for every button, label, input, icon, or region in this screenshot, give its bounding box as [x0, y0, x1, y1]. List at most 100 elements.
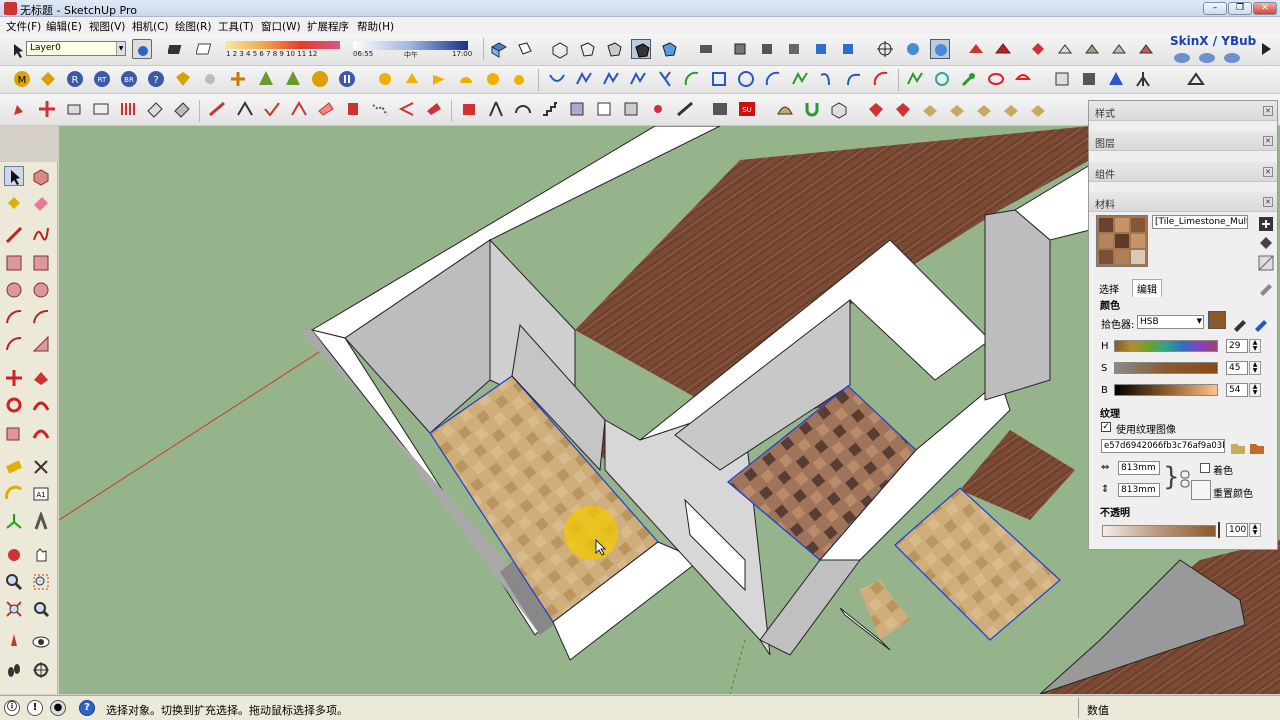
tray-styles-header[interactable]: 样式 ✕ — [1089, 101, 1277, 121]
brightness-field[interactable]: 54 — [1226, 383, 1248, 397]
close-icon[interactable]: ✕ — [1263, 106, 1273, 116]
joint-icon[interactable] — [648, 99, 668, 119]
eraser-icon[interactable] — [31, 193, 51, 213]
move-tool-icon[interactable] — [37, 99, 57, 119]
shaded-texture-icon[interactable] — [659, 39, 679, 59]
tool-red-4-icon[interactable] — [289, 99, 309, 119]
fx-ar-icon[interactable] — [920, 99, 940, 119]
sphere-icon[interactable] — [200, 69, 220, 89]
color-picker-select[interactable]: HSB ▼ — [1137, 315, 1204, 329]
light-omni-icon[interactable] — [510, 69, 530, 89]
triangle-icon[interactable] — [1106, 69, 1126, 89]
brightness-slider[interactable] — [1114, 384, 1218, 396]
light-dome-icon[interactable] — [456, 69, 476, 89]
plugin-tree-2-icon[interactable] — [283, 69, 303, 89]
menu-extensions[interactable]: 扩展程序 — [307, 19, 349, 34]
cabinet-icon[interactable] — [567, 99, 587, 119]
curve-green-icon[interactable] — [790, 69, 810, 89]
menu-window[interactable]: 窗口(W) — [261, 19, 301, 34]
solid-icon[interactable] — [829, 99, 849, 119]
hue-spinner[interactable]: ▲ ▼ — [1249, 339, 1261, 353]
close-icon[interactable]: ✕ — [1263, 136, 1273, 146]
drape-icon[interactable] — [1055, 39, 1075, 59]
look-around-icon[interactable] — [31, 632, 51, 652]
move-icon[interactable] — [4, 368, 24, 388]
flip-edge-icon[interactable] — [1109, 39, 1129, 59]
arc-2-icon[interactable] — [817, 69, 837, 89]
su-app-icon[interactable]: SU — [737, 99, 757, 119]
plugin-tree-icon[interactable] — [256, 69, 276, 89]
tray-materials-header[interactable]: 材料 ✕ — [1089, 192, 1277, 212]
slab-2-icon[interactable] — [172, 99, 192, 119]
pause-icon[interactable] — [337, 69, 357, 89]
menu-tools[interactable]: 工具(T) — [218, 19, 254, 34]
menu-view[interactable]: 视图(V) — [89, 19, 125, 34]
square-tool-icon[interactable] — [64, 99, 84, 119]
walk-icon[interactable] — [4, 660, 24, 680]
make-component-icon[interactable] — [31, 166, 51, 186]
measurements-box[interactable]: 数值 — [1078, 698, 1280, 718]
section-plane-icon[interactable] — [730, 39, 750, 59]
saturation-spinner[interactable]: ▲ ▼ — [1249, 361, 1261, 375]
ellipse-red-icon[interactable] — [986, 69, 1006, 89]
section-fill-2-icon[interactable] — [838, 39, 858, 59]
curve-1-icon[interactable] — [547, 69, 567, 89]
compass-icon[interactable] — [486, 99, 506, 119]
wireframe-icon[interactable] — [577, 39, 597, 59]
zoom-window-icon[interactable] — [31, 572, 51, 592]
colorize-checkbox[interactable] — [1200, 463, 1210, 473]
previous-view-icon[interactable] — [31, 599, 51, 619]
credits-icon[interactable]: ! — [27, 700, 43, 716]
plugin-r-icon[interactable]: R — [65, 69, 85, 89]
plugin-m-icon[interactable]: M — [12, 69, 32, 89]
default-material-icon[interactable] — [1256, 253, 1274, 271]
dimension-icon[interactable] — [31, 457, 51, 477]
axes-tool-icon[interactable] — [4, 512, 24, 532]
text-tool-icon[interactable]: A1 — [31, 484, 51, 504]
box-red-icon[interactable] — [459, 99, 479, 119]
sandbox-grid-icon[interactable] — [993, 39, 1013, 59]
smoove-icon[interactable] — [1136, 39, 1156, 59]
zoom-icon[interactable] — [4, 572, 24, 592]
plugin-tag-icon[interactable] — [38, 69, 58, 89]
curve-3-icon[interactable] — [601, 69, 621, 89]
scale-icon[interactable] — [4, 423, 24, 443]
tool-red-2-icon[interactable] — [235, 99, 255, 119]
minimize-button[interactable]: – — [1203, 2, 1227, 15]
tray-layers-header[interactable]: 图层 ✕ — [1089, 131, 1277, 151]
menu-edit[interactable]: 编辑(E) — [46, 19, 82, 34]
line-green-icon[interactable] — [905, 69, 925, 89]
opacity-slider[interactable] — [1102, 525, 1216, 537]
freehand-icon[interactable] — [31, 225, 51, 245]
add-detail-icon[interactable] — [1082, 39, 1102, 59]
view-iso-icon[interactable] — [489, 39, 509, 59]
shaded-icon[interactable] — [631, 39, 651, 59]
stripe-tool-icon[interactable] — [118, 99, 138, 119]
pencil-tool-icon[interactable] — [10, 99, 30, 119]
menu-draw[interactable]: 绘图(R) — [175, 19, 212, 34]
tape-measure-icon[interactable] — [4, 457, 24, 477]
arc-2pt-icon[interactable] — [31, 307, 51, 327]
plugin-target-icon[interactable] — [310, 69, 330, 89]
texture-height-field[interactable]: 813mm — [1118, 483, 1160, 497]
restore-button[interactable]: ❐ — [1228, 2, 1252, 15]
slab-icon[interactable] — [145, 99, 165, 119]
tab-select[interactable]: 选择 — [1099, 281, 1119, 296]
plugin-rt-icon[interactable]: RT — [92, 69, 112, 89]
plugin-br-icon[interactable]: BR — [119, 69, 139, 89]
fx-an-icon[interactable] — [974, 99, 994, 119]
saturation-field[interactable]: 45 — [1226, 361, 1248, 375]
close-icon[interactable]: ✕ — [1263, 197, 1273, 207]
arc-green-icon[interactable] — [682, 69, 702, 89]
protractor-icon[interactable] — [4, 484, 24, 504]
tool-red-6-icon[interactable] — [343, 99, 363, 119]
section-plane-tool-icon[interactable] — [31, 660, 51, 680]
shell-icon[interactable] — [775, 99, 795, 119]
orbit-icon[interactable] — [4, 545, 24, 565]
close-icon[interactable]: ✕ — [1263, 167, 1273, 177]
opacity-spinner[interactable]: ▲ ▼ — [1249, 523, 1261, 537]
fork-icon[interactable] — [1133, 69, 1153, 89]
tool-red-3-icon[interactable] — [262, 99, 282, 119]
close-button[interactable]: ✕ — [1253, 2, 1277, 15]
curve-5-icon[interactable] — [655, 69, 675, 89]
